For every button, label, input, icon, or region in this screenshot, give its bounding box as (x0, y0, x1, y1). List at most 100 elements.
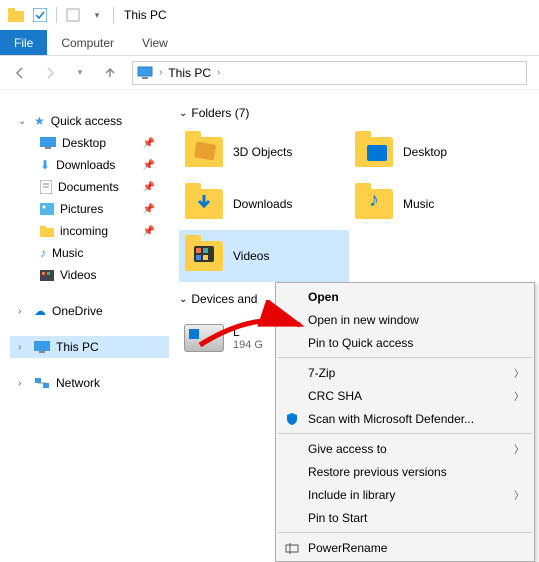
document-icon (40, 180, 52, 194)
sidebar-label: Downloads (56, 158, 115, 172)
menu-label: Give access to (308, 442, 387, 456)
submenu-icon: 〉 (514, 487, 524, 502)
sidebar-label: Quick access (51, 114, 122, 128)
drive-label: L (233, 325, 263, 339)
sidebar-item-downloads[interactable]: ⬇ Downloads 📌 (10, 154, 169, 176)
pin-icon: 📌 (143, 182, 155, 193)
folder-label: Downloads (233, 197, 292, 211)
section-label: Devices and (191, 292, 257, 306)
menu-open-new-window[interactable]: Open in new window (276, 308, 534, 331)
folder-icon (40, 226, 54, 237)
dropdown-icon[interactable]: ▾ (88, 6, 106, 24)
music-icon: ♪ (40, 246, 46, 260)
pin-icon: 📌 (143, 204, 155, 215)
chevron-icon[interactable]: › (159, 67, 162, 78)
menu-label: 7-Zip (308, 366, 335, 380)
sidebar-quick-access[interactable]: ⌄ ★ Quick access (10, 110, 169, 132)
menu-label: Pin to Quick access (308, 336, 413, 350)
folder-icon (183, 235, 225, 277)
folder-icon (183, 183, 225, 225)
properties-icon[interactable] (64, 6, 82, 24)
folder-downloads[interactable]: Downloads (179, 178, 349, 230)
pc-icon (137, 66, 153, 80)
sidebar-item-music[interactable]: ♪ Music (10, 242, 169, 264)
sidebar-label: Music (52, 246, 83, 260)
picture-icon (40, 203, 54, 215)
menu-label: Pin to Start (308, 511, 367, 525)
menu-label: CRC SHA (308, 389, 362, 403)
sidebar-item-desktop[interactable]: Desktop📌 (10, 132, 169, 154)
back-button[interactable] (6, 60, 34, 86)
save-icon[interactable] (31, 6, 49, 24)
folder-icon (183, 131, 225, 173)
sidebar-network[interactable]: › Network (10, 372, 169, 394)
menu-7zip[interactable]: 7-Zip 〉 (276, 361, 534, 384)
context-menu: Open Open in new window Pin to Quick acc… (275, 282, 535, 562)
expand-icon[interactable]: › (18, 342, 28, 353)
menu-pin-quick-access[interactable]: Pin to Quick access (276, 331, 534, 354)
video-icon (40, 270, 54, 281)
submenu-icon: 〉 (514, 365, 524, 380)
menu-label: Include in library (308, 488, 395, 502)
menu-restore[interactable]: Restore previous versions (276, 460, 534, 483)
sidebar-item-pictures[interactable]: Pictures 📌 (10, 198, 169, 220)
folder-3d-objects[interactable]: 3D Objects (179, 126, 349, 178)
menu-label: Restore previous versions (308, 465, 447, 479)
sidebar-label: incoming (60, 224, 108, 238)
pin-icon: 📌 (143, 160, 155, 171)
submenu-icon: 〉 (514, 441, 524, 456)
expand-icon[interactable]: › (18, 378, 28, 389)
chevron-icon[interactable]: › (217, 67, 220, 78)
folder-icon (353, 131, 395, 173)
tab-computer[interactable]: Computer (47, 30, 128, 55)
sidebar-label: Network (56, 376, 100, 390)
folder-label: Music (403, 197, 434, 211)
star-icon: ★ (34, 114, 45, 128)
folder-label: Videos (233, 249, 269, 263)
chevron-down-icon: ⌄ (179, 108, 187, 119)
tab-file[interactable]: File (0, 30, 47, 55)
rename-icon (284, 540, 300, 556)
tab-view[interactable]: View (128, 30, 182, 55)
cloud-icon: ☁ (34, 304, 46, 318)
chevron-down-icon: ⌄ (179, 294, 187, 305)
menu-open[interactable]: Open (276, 285, 534, 308)
up-button[interactable] (96, 60, 124, 86)
menu-include-library[interactable]: Include in library 〉 (276, 483, 534, 506)
sidebar-label: OneDrive (52, 304, 103, 318)
menu-crc-sha[interactable]: CRC SHA〉 (276, 384, 534, 407)
menu-powerrename[interactable]: PowerRename (276, 536, 534, 559)
section-folders[interactable]: ⌄ Folders (7) (179, 106, 539, 120)
window-title: This PC (124, 8, 167, 22)
download-icon: ⬇ (40, 158, 50, 172)
folder-videos[interactable]: Videos (179, 230, 349, 282)
breadcrumb[interactable]: › This PC › (132, 61, 527, 85)
menu-separator (278, 357, 532, 358)
expand-icon[interactable]: › (18, 306, 28, 317)
pin-icon: 📌 (143, 138, 155, 149)
sidebar-item-videos[interactable]: Videos (10, 264, 169, 286)
folder-label: Desktop (403, 145, 447, 159)
crumb-root[interactable]: This PC (168, 66, 211, 80)
menu-label: Open (308, 290, 339, 304)
separator (113, 7, 114, 23)
menu-label: Open in new window (308, 313, 419, 327)
forward-button[interactable] (36, 60, 64, 86)
sidebar-label: Pictures (60, 202, 103, 216)
sidebar-item-incoming[interactable]: incoming📌 (10, 220, 169, 242)
section-label: Folders (7) (191, 106, 249, 120)
menu-pin-start[interactable]: Pin to Start (276, 506, 534, 529)
sidebar-onedrive[interactable]: › ☁ OneDrive (10, 300, 169, 322)
expand-icon[interactable]: ⌄ (18, 116, 28, 127)
folder-music[interactable]: ♪Music (349, 178, 519, 230)
sidebar-this-pc[interactable]: › This PC (10, 336, 169, 358)
menu-defender[interactable]: Scan with Microsoft Defender... (276, 407, 534, 430)
menu-label: PowerRename (308, 541, 387, 555)
folder-label: 3D Objects (233, 145, 292, 159)
folder-icon (7, 6, 25, 24)
menu-give-access[interactable]: Give access to 〉 (276, 437, 534, 460)
recent-dropdown[interactable]: ▾ (66, 60, 94, 86)
sidebar-label: This PC (56, 340, 99, 354)
sidebar-item-documents[interactable]: Documents📌 (10, 176, 169, 198)
folder-desktop[interactable]: Desktop (349, 126, 519, 178)
